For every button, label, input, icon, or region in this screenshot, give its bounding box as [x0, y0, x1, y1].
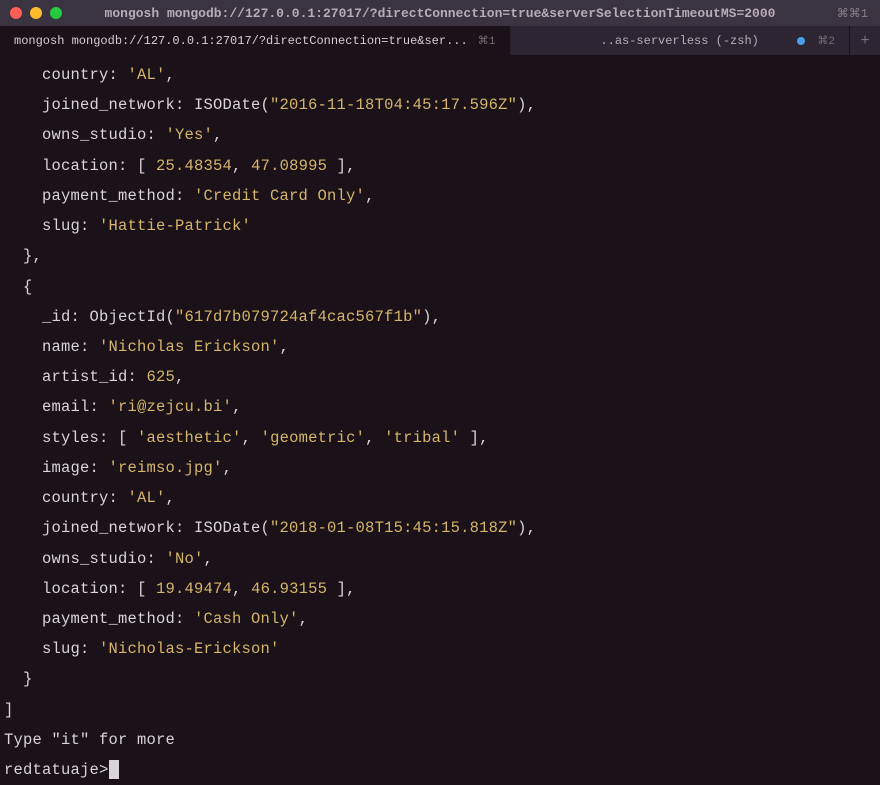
tab-label: mongosh mongodb://127.0.0.1:27017/?direc…	[14, 34, 468, 48]
traffic-lights	[10, 7, 62, 19]
cursor-icon	[109, 760, 119, 779]
tab-bar: mongosh mongodb://127.0.0.1:27017/?direc…	[0, 26, 880, 56]
window-shortcut: ⌘⌘1	[837, 6, 868, 21]
title-bar: mongosh mongodb://127.0.0.1:27017/?direc…	[0, 0, 880, 26]
prompt-line[interactable]: redtatuaje>	[4, 755, 876, 785]
minimize-icon[interactable]	[30, 7, 42, 19]
prompt-text: redtatuaje>	[4, 755, 109, 785]
close-icon[interactable]	[10, 7, 22, 19]
tab-mongosh[interactable]: mongosh mongodb://127.0.0.1:27017/?direc…	[0, 26, 510, 55]
type-it-hint: Type "it" for more	[4, 731, 175, 749]
plus-icon: +	[860, 32, 870, 50]
tab-zsh[interactable]: ..as-serverless (-zsh) ⌘2	[510, 26, 850, 55]
activity-indicator-icon	[797, 37, 805, 45]
tab-shortcut: ⌘1	[478, 34, 496, 48]
code-output: country: 'AL', joined_network: ISODate("…	[4, 60, 876, 755]
window-title: mongosh mongodb://127.0.0.1:27017/?direc…	[105, 6, 776, 21]
new-tab-button[interactable]: +	[850, 26, 880, 55]
terminal-output[interactable]: country: 'AL', joined_network: ISODate("…	[0, 56, 880, 785]
tab-shortcut: ⌘2	[817, 34, 835, 48]
tab-label: ..as-serverless (-zsh)	[600, 34, 758, 48]
maximize-icon[interactable]	[50, 7, 62, 19]
